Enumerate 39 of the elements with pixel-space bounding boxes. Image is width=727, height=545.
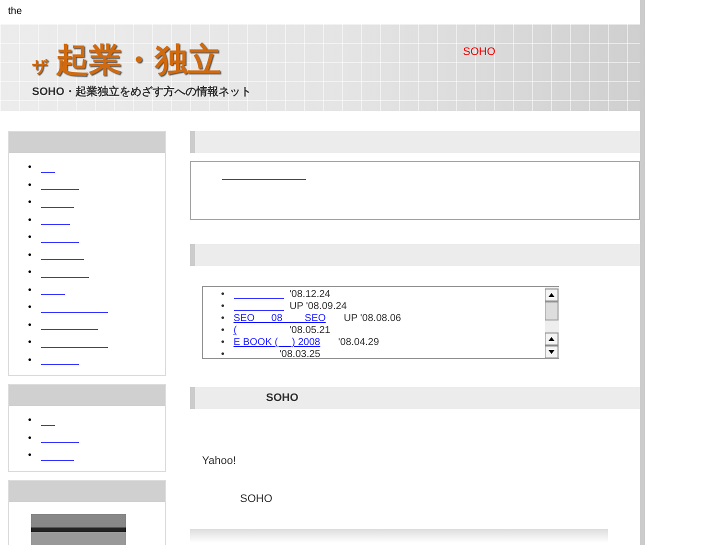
news-date: '08.04.29 xyxy=(338,337,380,349)
news-link[interactable]: SEO 08 SEO xyxy=(234,313,338,324)
news-date: '08.12.24 xyxy=(290,289,330,301)
news-date: UP '08.08.06 xyxy=(344,313,402,325)
paragraph-text: Yahoo! xyxy=(202,455,238,467)
list-bullet: • xyxy=(28,284,32,296)
list-bullet: • xyxy=(28,320,32,331)
list-bullet: • xyxy=(28,432,32,444)
logo-tagline: SOHO・起業独立をめざす方への情報ネット xyxy=(32,84,252,99)
news-link[interactable]: E BOOK ( ) 2008 xyxy=(234,337,332,348)
list-bullet: • xyxy=(28,302,32,314)
list-bullet: • xyxy=(28,180,32,191)
list-bullet: • xyxy=(28,214,32,226)
list-bullet: • xyxy=(28,197,32,208)
news-date: '08.03.25 xyxy=(280,349,320,358)
list-bullet: • xyxy=(28,162,32,174)
news-date: UP '08.09.24 xyxy=(290,301,347,313)
news-link[interactable]: ( xyxy=(234,325,284,336)
list-bullet: • xyxy=(28,267,32,278)
logo-mark: ザ xyxy=(32,58,48,78)
list-bullet: • xyxy=(221,337,225,349)
list-bullet: • xyxy=(28,337,32,348)
scrollbar-drawing[interactable] xyxy=(545,287,559,358)
section-heading: SOHO xyxy=(190,387,640,409)
news-date: '08.05.21 xyxy=(290,325,330,337)
paragraph-text: SOHO xyxy=(239,493,274,505)
list-bullet: • xyxy=(28,232,32,244)
header-note: SOHO xyxy=(463,46,496,60)
list-bullet: • xyxy=(28,354,32,366)
page-top-text: the xyxy=(8,6,22,17)
list-bullet: • xyxy=(221,349,225,358)
list-bullet: • xyxy=(28,250,32,261)
list-bullet: • xyxy=(28,415,32,426)
list-bullet: • xyxy=(28,450,32,462)
logo-title: 起業・独立 xyxy=(56,42,221,78)
list-bullet: • xyxy=(221,325,225,337)
list-bullet: • xyxy=(221,289,225,301)
list-bullet: • xyxy=(221,301,225,313)
list-bullet: • xyxy=(221,313,225,325)
